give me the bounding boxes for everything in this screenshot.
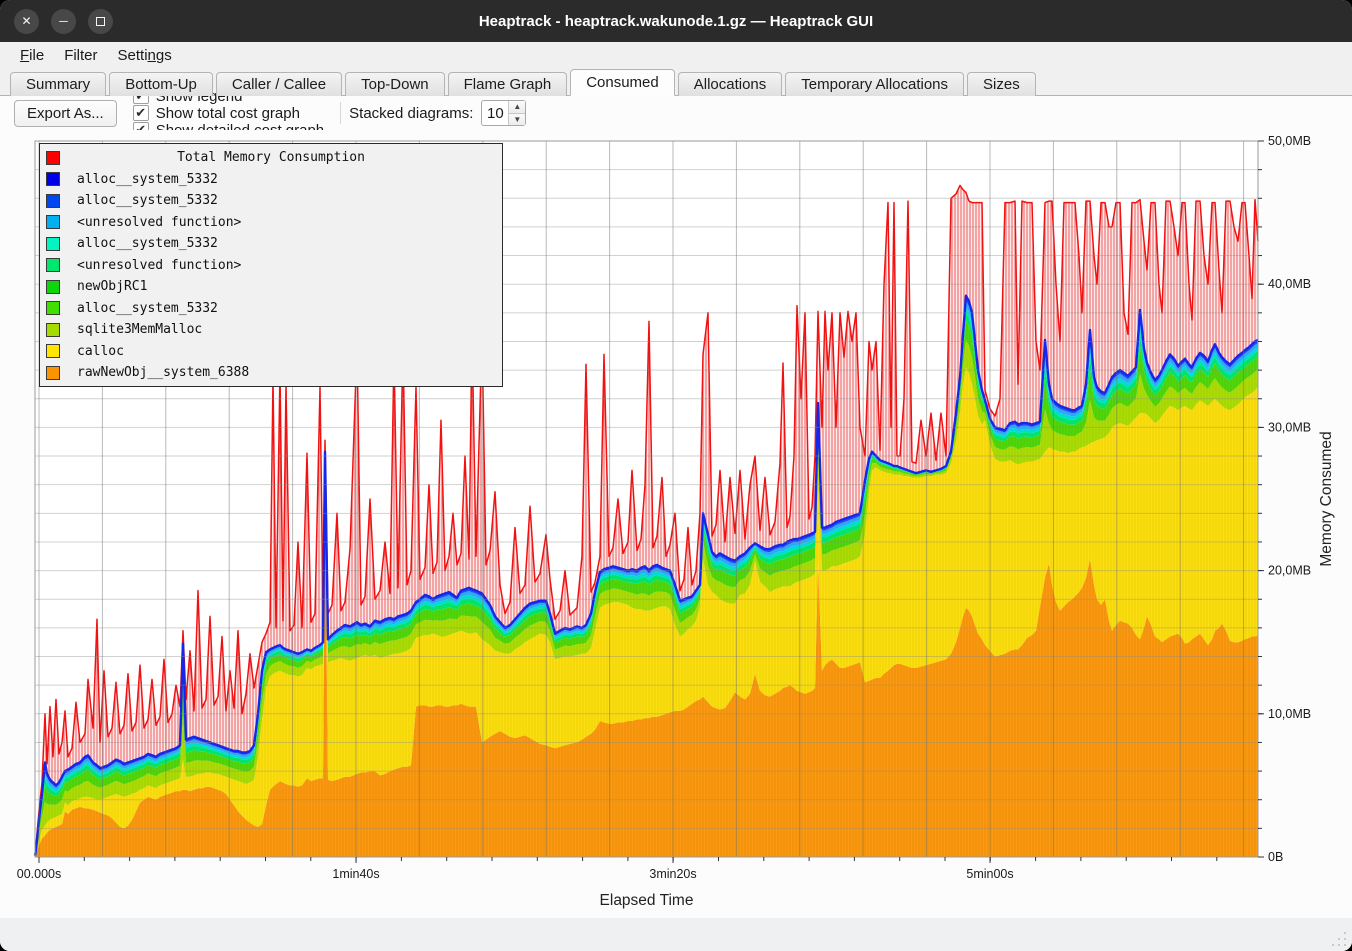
y-tick-label: 10,0MB [1268,707,1311,721]
tab-sizes[interactable]: Sizes [967,72,1036,96]
legend-item: alloc__system_5332 [40,169,502,191]
legend-label: alloc__system_5332 [77,172,218,187]
y-tick-label: 30,0MB [1268,420,1311,434]
legend-swatch [46,323,60,337]
legend-item: sqlite3MemMalloc [40,319,502,341]
chart-legend: Total Memory Consumption alloc__system_53… [39,143,503,387]
x-tick-label: 00.000s [17,867,61,881]
legend-title: Total Memory Consumption [40,150,502,165]
tab-caller-callee[interactable]: Caller / Callee [216,72,342,96]
legend-item: <unresolved function> [40,212,502,234]
legend-swatch [46,237,60,251]
legend-item: <unresolved function> [40,255,502,277]
legend-swatch [46,344,60,358]
maximize-button[interactable] [88,9,113,34]
legend-swatch [46,301,60,315]
app-window: ✕ ─ Heaptrack - heaptrack.wakunode.1.gz … [0,0,1352,951]
y-axis-label: Memory Consumed [1318,431,1335,566]
x-axis-label: Elapsed Time [600,892,694,909]
toolbar-separator [340,102,341,124]
x-tick-label: 5min00s [966,867,1013,881]
minimize-button[interactable]: ─ [51,9,76,34]
tab-consumed[interactable]: Consumed [570,69,675,96]
tab-top-down[interactable]: Top-Down [345,72,445,96]
y-tick-label: 0B [1268,850,1283,864]
tab-bar: SummaryBottom-UpCaller / CalleeTop-DownF… [0,69,1352,96]
legend-label: rawNewObj__system_6388 [77,365,249,380]
legend-label: calloc [77,344,124,359]
tab-temporary-allocations[interactable]: Temporary Allocations [785,72,964,96]
legend-item: rawNewObj__system_6388 [40,362,502,384]
legend-label: newObjRC1 [77,279,147,294]
stacked-diagrams-label: Stacked diagrams: [349,105,473,122]
close-button[interactable]: ✕ [14,9,39,34]
y-tick-label: 20,0MB [1268,564,1311,578]
checkbox-show-total-cost-graph[interactable]: ✔ Show total cost graph [133,105,324,122]
legend-swatch [46,215,60,229]
status-strip [0,918,1352,951]
legend-label: <unresolved function> [77,258,241,273]
legend-swatch [46,194,60,208]
legend-item: newObjRC1 [40,276,502,298]
x-tick-label: 3min20s [649,867,696,881]
tab-bottom-up[interactable]: Bottom-Up [109,72,213,96]
legend-item: alloc__system_5332 [40,298,502,320]
y-tick-label: 50,0MB [1268,134,1311,148]
close-icon: ✕ [21,15,31,27]
legend-label: sqlite3MemMalloc [77,322,202,337]
export-as-button[interactable]: Export As... [14,100,117,127]
menu-item-file[interactable]: File [10,44,54,67]
menu-item-filter[interactable]: Filter [54,44,107,67]
minimize-icon: ─ [59,15,68,27]
legend-swatch [46,258,60,272]
stacked-diagrams-value: 10 [482,101,508,125]
menu-bar: FileFilterSettings [0,42,1352,69]
tab-allocations[interactable]: Allocations [678,72,783,96]
legend-label: <unresolved function> [77,215,241,230]
legend-swatch [46,172,60,186]
menu-item-settings[interactable]: Settings [108,44,182,67]
spinner-down-button[interactable]: ▼ [509,114,525,126]
legend-title-row: Total Memory Consumption [40,147,502,169]
x-tick-label: 1min40s [332,867,379,881]
tab-flame-graph[interactable]: Flame Graph [448,72,568,96]
legend-item: alloc__system_5332 [40,233,502,255]
spinner-up-button[interactable]: ▲ [509,101,525,114]
checkbox-label: Show total cost graph [156,105,300,122]
y-tick-label: 40,0MB [1268,277,1311,291]
checkbox-icon: ✔ [133,105,149,121]
consumed-chart-panel: 00.000s 1min40s 3min20s 5min00s 0B 10,0MB 20,0… [0,130,1352,951]
legend-item: calloc [40,341,502,363]
resize-grip-icon[interactable] [1330,930,1346,946]
window-title: Heaptrack - heaptrack.wakunode.1.gz — He… [0,13,1352,30]
title-bar: ✕ ─ Heaptrack - heaptrack.wakunode.1.gz … [0,0,1352,42]
toolbar: Export As... ✔Show legend✔Show total cos… [0,96,1352,130]
maximize-icon [96,17,105,26]
legend-label: alloc__system_5332 [77,301,218,316]
legend-label: alloc__system_5332 [77,193,218,208]
legend-swatch [46,366,60,380]
legend-swatch [46,280,60,294]
legend-item: alloc__system_5332 [40,190,502,212]
legend-label: alloc__system_5332 [77,236,218,251]
tab-summary[interactable]: Summary [10,72,106,96]
stacked-diagrams-spinner[interactable]: 10 ▲ ▼ [481,100,526,126]
